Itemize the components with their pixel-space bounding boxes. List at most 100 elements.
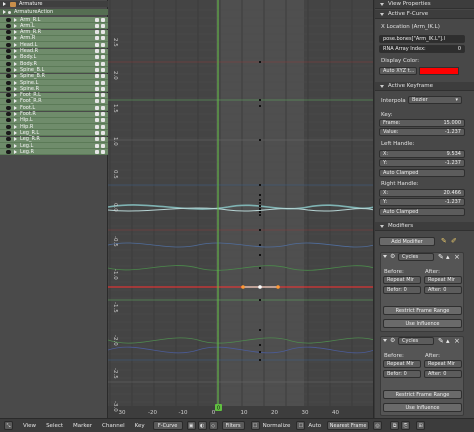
filters-button[interactable]: Filters (221, 421, 245, 430)
graph-editor-area[interactable]: 30 -20 -10 0 10 20 30 40 0 2.5 2.0 1.5 1.0 0.5 0.0 -0… (108, 0, 374, 418)
mute-modifier-icon[interactable]: ✎ (438, 253, 444, 261)
keyframe-point[interactable] (259, 205, 261, 207)
after-count-field[interactable]: After: 0 (424, 370, 462, 378)
right-handle-x-field[interactable]: X: 20.466 (379, 189, 465, 197)
visibility-icon[interactable] (6, 74, 11, 79)
collapse-icon[interactable] (380, 84, 384, 88)
after-mode-select[interactable]: Repeat Mir (424, 360, 462, 368)
lock-icon[interactable] (101, 124, 105, 129)
expand-icon[interactable] (14, 67, 17, 72)
lock-icon[interactable] (101, 93, 105, 98)
display-color-swatch[interactable] (419, 67, 459, 75)
wrench-icon[interactable] (95, 74, 99, 79)
snap-mode-select[interactable]: Nearest Frame (327, 421, 370, 430)
lock-icon[interactable] (101, 30, 105, 35)
keyframe-point[interactable] (259, 211, 261, 213)
wrench-icon[interactable] (95, 112, 99, 116)
show-hidden-icon[interactable]: ◐ (197, 421, 207, 430)
wrench-icon[interactable] (95, 99, 99, 104)
lock-icon[interactable] (101, 149, 105, 154)
lock-icon[interactable] (101, 86, 105, 91)
wrench-icon[interactable] (95, 55, 99, 60)
wrench-icon[interactable] (95, 23, 99, 28)
expand-icon[interactable] (14, 99, 17, 104)
expand-icon[interactable] (14, 86, 17, 91)
wrench-icon[interactable] (95, 67, 99, 72)
collapse-icon[interactable] (380, 12, 384, 16)
keyframe-point[interactable] (259, 208, 261, 210)
data-path-field[interactable]: pose.bones["Arm_IK.L"].l (379, 35, 465, 43)
modifiers-header[interactable]: Modifiers (375, 222, 474, 231)
visibility-icon[interactable] (6, 42, 11, 47)
visibility-icon[interactable] (6, 30, 11, 35)
after-count-field[interactable]: After: 0 (424, 286, 462, 294)
before-count-field[interactable]: Befor: 0 (383, 370, 421, 378)
expand-icon[interactable] (14, 143, 17, 148)
collapse-icon[interactable] (380, 2, 384, 6)
lock-icon[interactable] (101, 74, 105, 79)
lock-icon[interactable] (101, 23, 105, 28)
copy-modifiers-icon[interactable]: ✎ (441, 238, 448, 245)
lock-icon[interactable] (101, 17, 105, 22)
expand-icon[interactable] (14, 118, 17, 123)
keyframe-point[interactable] (259, 139, 261, 141)
lock-icon[interactable] (101, 36, 105, 41)
keyframe-point[interactable] (259, 359, 261, 361)
menu-select[interactable]: Select (46, 423, 63, 429)
menu-view[interactable]: View (23, 423, 36, 429)
expand-icon[interactable] (14, 80, 17, 85)
expand-icon[interactable] (14, 42, 17, 47)
only-selected-icon[interactable]: ▣ (186, 421, 196, 430)
expand-icon[interactable] (14, 105, 17, 110)
before-mode-select[interactable]: Repeat Mir (383, 276, 421, 284)
lock-icon[interactable] (101, 42, 105, 47)
color-mode-select[interactable]: Auto XYZ t... (379, 67, 417, 75)
wrench-icon[interactable] (95, 30, 99, 35)
paste-modifiers-icon[interactable]: ✐ (451, 238, 458, 245)
expand-icon[interactable] (14, 137, 17, 142)
expand-icon[interactable] (3, 2, 6, 6)
paste-keyframes-icon[interactable]: ⎘ (401, 421, 411, 430)
expand-icon[interactable] (14, 36, 17, 41)
interpolation-select[interactable]: Bezier ▾ (408, 96, 462, 104)
menu-key[interactable]: Key (135, 423, 145, 429)
lock-icon[interactable] (101, 99, 105, 104)
keyframe-point[interactable] (259, 244, 261, 246)
keyframe-point[interactable] (259, 254, 261, 256)
move-modifier-icon[interactable]: ▴ (446, 253, 450, 261)
keyframe-point[interactable] (259, 351, 261, 353)
visibility-icon[interactable] (6, 80, 11, 85)
close-icon[interactable]: × (454, 253, 460, 261)
after-mode-select[interactable]: Repeat Mir (424, 276, 462, 284)
visibility-icon[interactable] (6, 105, 11, 110)
wrench-icon[interactable] (95, 130, 99, 135)
keyframe-point[interactable] (259, 214, 261, 216)
modifier-name-field[interactable]: Cycles (398, 253, 434, 261)
wrench-icon[interactable] (95, 93, 99, 98)
add-modifier-button[interactable]: Add Modifier (379, 237, 435, 246)
expand-icon[interactable] (14, 74, 17, 79)
lock-icon[interactable] (101, 118, 105, 123)
wrench-icon[interactable] (95, 61, 99, 66)
wrench-icon[interactable] (95, 118, 99, 123)
right-handle-point[interactable] (276, 285, 280, 289)
visibility-icon[interactable] (6, 55, 11, 60)
visibility-icon[interactable] (6, 61, 11, 66)
use-influence-toggle[interactable]: Use Influence (383, 319, 462, 328)
collapse-icon[interactable] (383, 339, 387, 342)
lock-icon[interactable] (101, 112, 105, 116)
visibility-icon[interactable] (6, 86, 11, 91)
lock-icon[interactable] (101, 80, 105, 85)
active-keyframe-header[interactable]: Active Keyframe (375, 82, 474, 91)
left-handle-y-field[interactable]: Y: -1.237 (379, 159, 465, 167)
menu-channel[interactable]: Channel (102, 423, 125, 429)
expand-icon[interactable] (14, 49, 17, 53)
keyframe-point[interactable] (259, 199, 261, 201)
channel-group-row[interactable]: Leg.R (0, 149, 108, 156)
action-channel[interactable]: ArmatureAction (0, 9, 108, 15)
lock-icon[interactable] (101, 137, 105, 142)
armature-channel[interactable]: Armature (0, 1, 108, 7)
menu-marker[interactable]: Marker (73, 423, 92, 429)
visibility-icon[interactable] (6, 124, 11, 129)
expand-icon[interactable] (14, 55, 17, 60)
